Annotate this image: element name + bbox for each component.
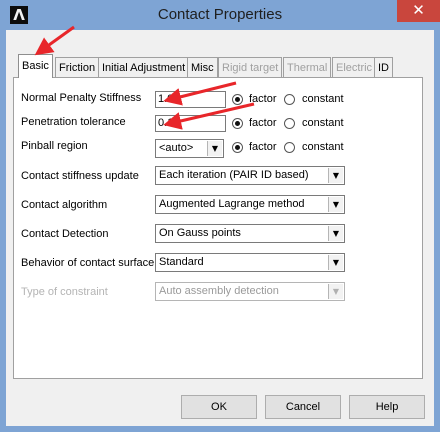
annotation-arrow-tab (34, 25, 75, 56)
annotation-arrow-penalty (163, 81, 237, 106)
annotation-arrows (34, 25, 255, 130)
contact-properties-dialog: Λ Contact Properties ✕ Basic Friction In… (0, 0, 440, 432)
annotation-arrow-tolerance (163, 102, 255, 130)
